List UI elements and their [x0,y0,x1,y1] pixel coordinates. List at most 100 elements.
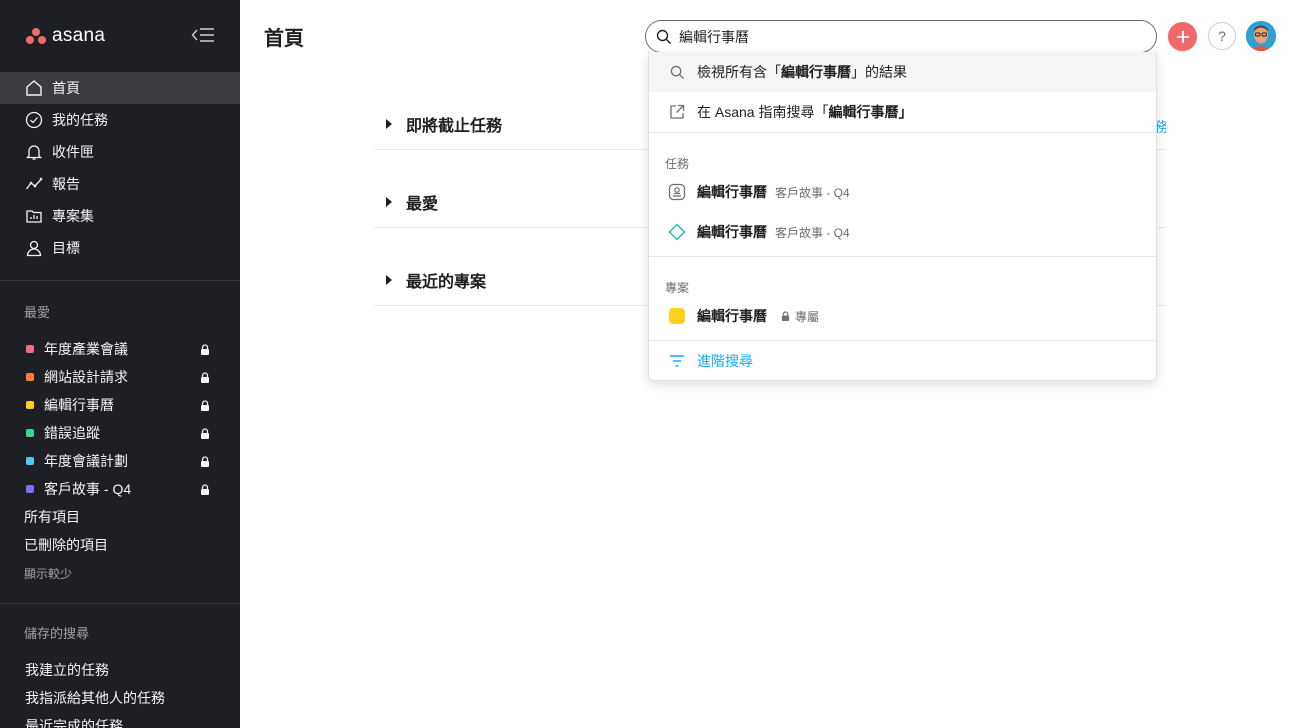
dropdown-divider [649,256,1156,257]
task-title: 編輯行事曆 [697,184,767,200]
saved-searches-list: 我建立的任務 我指派給其他人的任務 最近完成的任務 [0,656,240,728]
project-color-dot [26,457,34,465]
view-all-suffix: 」的結果 [851,64,907,80]
section-label: 最近的專案 [406,273,487,291]
sidebar: asana 首頁 我的任務 收件匣 報告 專案集 目標 最愛 年度產業會議 網站… [0,0,240,728]
sidebar-item-my-tasks[interactable]: 我的任務 [0,104,240,136]
view-all-prefix: 檢視所有含「 [697,64,781,80]
guide-prefix: 在 Asana 指南搜尋「 [697,104,829,120]
primary-nav: 首頁 我的任務 收件匣 報告 專案集 目標 [0,72,240,264]
saved-search-item[interactable]: 最近完成的任務 [0,712,240,728]
logo-text: asana [52,25,106,46]
favorite-item[interactable]: 年度會議計劃 [0,447,240,475]
favorites-title: 最愛 [24,304,51,320]
task-project: 客戶故事 - Q4 [775,185,850,200]
search-dropdown: 檢視所有含「 編輯行事曆 」的結果 在 Asana 指南搜尋「 編輯行事曆」 任務 編… [648,52,1157,381]
plus-icon [1176,30,1189,43]
view-all-results-option[interactable]: 檢視所有含「 編輯行事曆 」的結果 [649,52,1156,92]
guide-suffix: 」 [898,104,913,120]
portfolio-icon [24,206,44,226]
favorite-item[interactable]: 網站設計請求 [0,363,240,391]
project-color-square-icon [667,306,687,326]
milestone-diamond-icon [667,222,687,242]
favorite-label: 年度會議計劃 [44,453,128,469]
caret-right-icon [386,196,392,207]
tasks-header: 任務 [665,157,690,171]
trend-line-icon [24,174,44,194]
sidebar-item-inbox[interactable]: 收件匣 [0,136,240,168]
caret-right-icon [386,118,392,129]
favorite-label: 年度產業會議 [44,341,128,357]
project-title: 編輯行事曆 [697,308,767,324]
sidebar-item-reports[interactable]: 報告 [0,168,240,200]
favorite-label: 網站設計請求 [44,369,128,385]
approval-icon [667,182,687,202]
projects-header: 專案 [665,281,690,295]
sidebar-item-label: 目標 [52,240,80,256]
sidebar-item-goals[interactable]: 目標 [0,232,240,264]
project-color-dot [26,485,34,493]
collapse-sidebar-icon[interactable] [188,24,218,46]
view-all-term: 編輯行事曆 [781,64,851,80]
caret-right-icon [386,274,392,285]
search-guide-option[interactable]: 在 Asana 指南搜尋「 編輯行事曆」 [649,92,1156,132]
bell-icon [24,142,44,162]
favorites-list: 年度產業會議 網站設計請求 編輯行事曆 錯誤追蹤 年度會議計劃 客戶故事 - Q… [0,335,240,587]
saved-searches-title: 儲存的搜尋 [24,625,90,641]
project-privacy: 專屬 [795,309,820,324]
task-result[interactable]: 編輯行事曆 客戶故事 - Q4 [649,212,1156,252]
asana-logo-icon [26,28,46,44]
saved-search-item[interactable]: 我指派給其他人的任務 [0,684,240,712]
show-less-link[interactable]: 顯示較少 [0,559,240,587]
project-color-dot [26,345,34,353]
sidebar-item-home[interactable]: 首頁 [0,72,240,104]
favorite-item[interactable]: 錯誤追蹤 [0,419,240,447]
favorite-label: 編輯行事曆 [44,397,114,413]
filter-icon [667,351,687,371]
task-title: 編輯行事曆 [697,224,767,240]
favorite-item[interactable]: 編輯行事曆 [0,391,240,419]
favorite-label: 客戶故事 - Q4 [44,481,132,497]
check-circle-icon [24,110,44,130]
person-icon [24,238,44,258]
sidebar-item-label: 我的任務 [52,112,108,128]
section-label: 最愛 [406,195,439,213]
task-project: 客戶故事 - Q4 [775,225,850,240]
task-result[interactable]: 編輯行事曆 客戶故事 - Q4 [649,172,1156,212]
external-link-icon [667,102,687,122]
sidebar-item-label: 專案集 [52,208,94,224]
section-label: 即將截止任務 [406,117,503,135]
sidebar-item-label: 首頁 [52,80,80,96]
logo[interactable]: asana [0,0,240,72]
avatar[interactable] [1246,21,1276,51]
favorite-item[interactable]: 年度產業會議 [0,335,240,363]
lock-icon [781,310,790,322]
search-input[interactable] [679,28,1119,45]
lock-icon [200,343,210,359]
dropdown-divider [649,132,1156,133]
page-title: 首頁 [264,28,304,50]
all-items-link[interactable]: 所有項目 [0,503,240,531]
search-icon [667,62,687,82]
lock-icon [200,371,210,387]
favorite-label: 錯誤追蹤 [44,425,100,441]
project-color-dot [26,429,34,437]
project-color-dot [26,373,34,381]
lock-icon [200,455,210,471]
advanced-search-label: 進階搜尋 [697,353,753,369]
favorite-item[interactable]: 客戶故事 - Q4 [0,475,240,503]
quick-add-button[interactable] [1168,22,1197,51]
sidebar-item-label: 報告 [52,176,80,192]
project-result[interactable]: 編輯行事曆 專屬 [649,296,1156,336]
advanced-search-option[interactable]: 進階搜尋 [649,341,1156,381]
help-button[interactable]: ? [1208,22,1236,50]
saved-search-item[interactable]: 我建立的任務 [0,656,240,684]
lock-icon [200,399,210,415]
user-avatar-icon [1246,21,1276,51]
search-icon [656,29,672,45]
project-color-dot [26,401,34,409]
search-bar[interactable] [645,20,1157,53]
sidebar-item-portfolios[interactable]: 專案集 [0,200,240,232]
deleted-items-link[interactable]: 已刪除的項目 [0,531,240,559]
sidebar-item-label: 收件匣 [52,144,94,160]
